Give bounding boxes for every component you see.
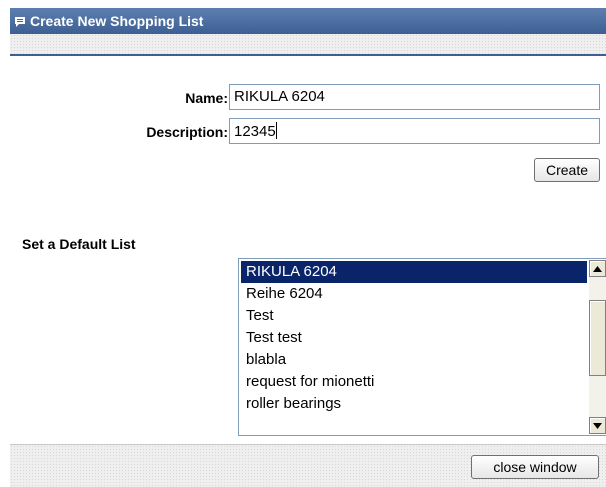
- default-list-heading: Set a Default List: [22, 236, 136, 252]
- close-window-button[interactable]: close window: [471, 455, 599, 479]
- title-bar: Create New Shopping List: [10, 8, 606, 34]
- name-label: Name:: [185, 90, 228, 106]
- description-label: Description:: [146, 124, 228, 140]
- default-list-select[interactable]: RIKULA 6204 Reihe 6204 Test Test test blabla…: [238, 258, 606, 436]
- name-input[interactable]: RIKULA 6204: [229, 84, 600, 110]
- list-option[interactable]: Test: [241, 305, 587, 327]
- shopping-list-dialog: Create New Shopping List Name: RIKULA 62…: [10, 8, 606, 487]
- create-button[interactable]: Create: [534, 158, 600, 182]
- scroll-up-icon[interactable]: [589, 260, 606, 277]
- text-caret: [275, 122, 277, 139]
- scroll-thumb[interactable]: [589, 300, 606, 376]
- scroll-down-icon[interactable]: [589, 417, 606, 434]
- list-option[interactable]: RIKULA 6204: [241, 261, 587, 283]
- name-value: RIKULA 6204: [234, 88, 325, 105]
- description-value: 12345: [234, 123, 276, 140]
- dialog-title: Create New Shopping List: [30, 13, 204, 29]
- dialog-footer: close window: [10, 444, 606, 487]
- list-options: RIKULA 6204 Reihe 6204 Test Test test blabla…: [241, 261, 587, 415]
- list-option[interactable]: roller bearings: [241, 393, 587, 415]
- list-option[interactable]: blabla: [241, 349, 587, 371]
- list-option[interactable]: request for mionetti: [241, 371, 587, 393]
- list-option[interactable]: Reihe 6204: [241, 283, 587, 305]
- list-scrollbar[interactable]: [589, 260, 606, 434]
- list-option[interactable]: Test test: [241, 327, 587, 349]
- description-input[interactable]: 12345: [229, 118, 600, 144]
- chat-bubble-icon: [14, 15, 26, 27]
- header-stripe: [10, 34, 606, 56]
